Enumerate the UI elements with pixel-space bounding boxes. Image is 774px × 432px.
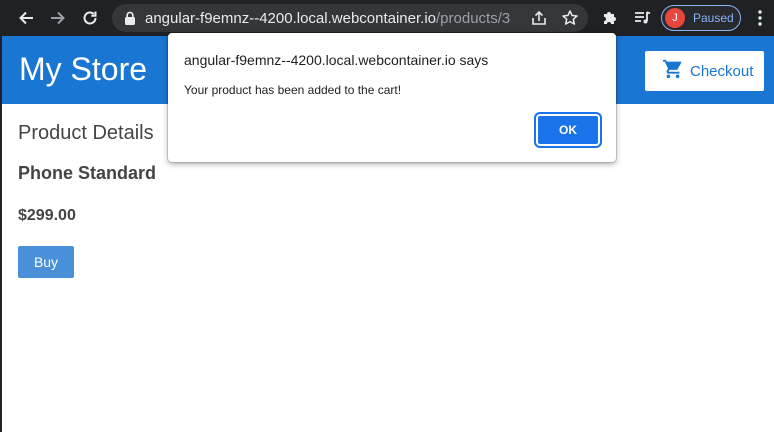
alert-dialog: angular-f9emnz--4200.local.webcontainer.… — [168, 33, 616, 162]
product-price: $299.00 — [18, 207, 76, 224]
page-title: Product Details — [18, 122, 154, 144]
url-text: angular-f9emnz--4200.local.webcontainer.… — [145, 10, 510, 27]
browser-window: angular-f9emnz--4200.local.webcontainer.… — [0, 0, 774, 432]
checkout-label: Checkout — [690, 62, 754, 80]
more-kebab-icon[interactable] — [750, 8, 770, 28]
share-icon[interactable] — [530, 9, 548, 27]
product-name: Phone Standard — [18, 163, 157, 183]
checkout-button[interactable]: Checkout — [645, 51, 764, 91]
buy-button[interactable]: Buy — [18, 246, 74, 278]
lock-icon[interactable] — [124, 11, 136, 30]
reload-icon — [81, 9, 99, 27]
bookmark-star-icon[interactable] — [561, 9, 579, 27]
store-title[interactable]: My Store — [19, 51, 147, 88]
back-arrow-icon — [17, 9, 35, 27]
profile-status: Paused — [693, 11, 734, 25]
extensions-puzzle-icon[interactable] — [600, 8, 620, 28]
profile-button[interactable]: J Paused — [661, 5, 741, 31]
dialog-title: angular-f9emnz--4200.local.webcontainer.… — [184, 52, 489, 68]
url-path: /products/3 — [436, 10, 511, 27]
forward-button[interactable] — [46, 6, 70, 30]
reload-button[interactable] — [78, 6, 102, 30]
dialog-message: Your product has been added to the cart! — [184, 83, 402, 97]
address-bar[interactable]: angular-f9emnz--4200.local.webcontainer.… — [112, 4, 588, 32]
shopping-cart-icon — [662, 58, 684, 85]
url-host: angular-f9emnz--4200.local.webcontainer.… — [145, 10, 437, 27]
avatar: J — [665, 8, 685, 28]
media-queue-icon[interactable] — [632, 8, 652, 28]
back-button[interactable] — [14, 6, 38, 30]
ok-button[interactable]: OK — [534, 112, 602, 148]
forward-arrow-icon — [49, 9, 67, 27]
browser-toolbar: angular-f9emnz--4200.local.webcontainer.… — [2, 0, 774, 36]
